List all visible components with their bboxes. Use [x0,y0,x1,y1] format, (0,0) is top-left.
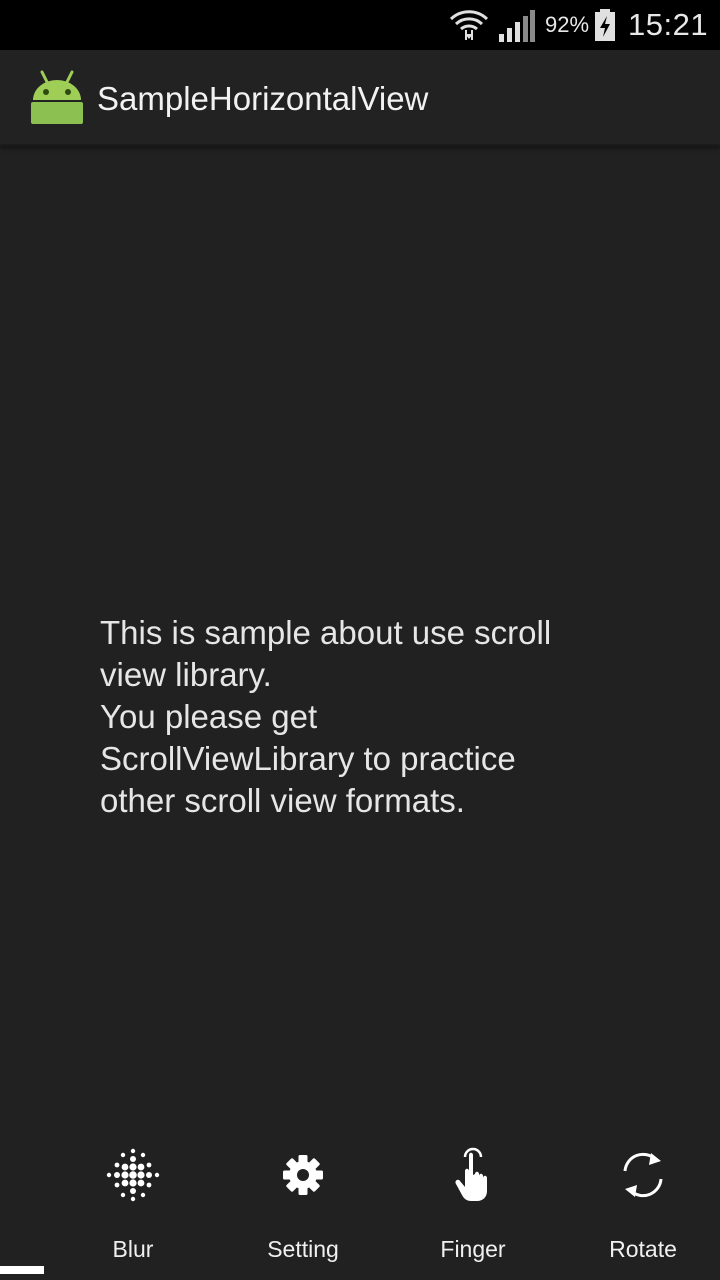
page-title: SampleHorizontalView [97,80,429,117]
wifi-icon [449,10,489,40]
battery-percent: 92% [545,12,590,37]
rotate-button[interactable]: Rotate [558,1135,720,1270]
finger-icon [455,1147,487,1201]
setting-label: Setting [267,1236,339,1262]
bottom-menu: Blur Setting Finger Rotate [0,1135,720,1280]
blur-button[interactable]: Blur [48,1135,218,1270]
setting-button[interactable]: Setting [218,1135,388,1270]
finger-button[interactable]: Finger [388,1135,558,1270]
content-line: This is sample about use scroll [100,614,552,651]
blur-icon [106,1148,160,1202]
clock: 15:21 [628,7,709,42]
status-bar: 92% 15:21 [0,0,720,50]
rotate-label: Rotate [609,1236,677,1262]
content-line: You please get [100,698,318,735]
gear-icon [283,1155,323,1195]
rotate-icon [623,1152,663,1198]
content-text: This is sample about use scroll view lib… [100,612,640,822]
blur-label: Blur [112,1236,154,1262]
content-line: other scroll view formats. [100,782,465,819]
action-bar: SampleHorizontalView [0,50,720,146]
scroll-indicator[interactable] [0,1266,44,1274]
battery-charging-icon [595,9,615,41]
signal-icon [499,10,535,42]
content-line: ScrollViewLibrary to practice [100,740,516,777]
finger-label: Finger [440,1236,506,1262]
android-icon[interactable] [30,70,84,126]
content-line: view library. [100,656,272,693]
